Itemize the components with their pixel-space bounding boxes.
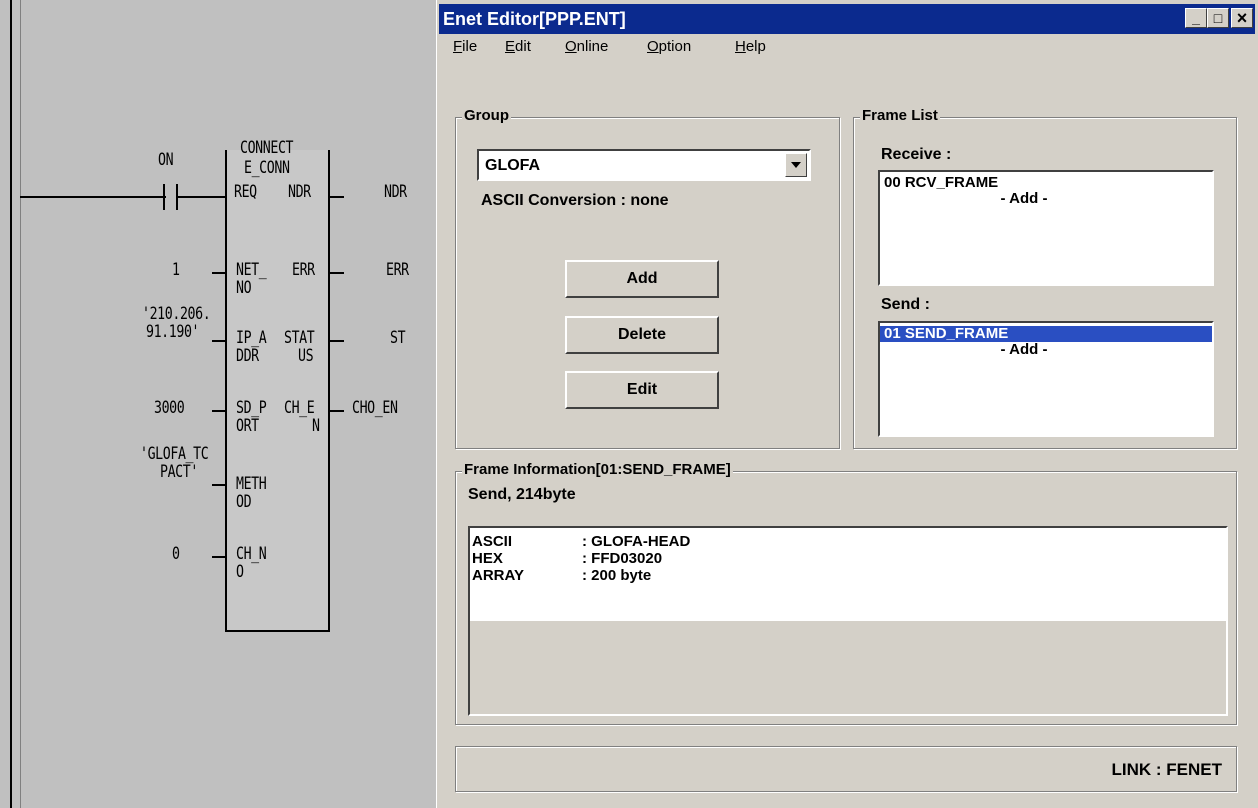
close-button[interactable]: × (1231, 8, 1253, 28)
in-wire-sd (212, 410, 225, 412)
input-value-net-no: 1 (172, 260, 180, 280)
pin-sd-line2: ORT (236, 416, 259, 436)
pin-net-line1: NET_ (236, 260, 267, 280)
add-button[interactable]: Add (565, 260, 719, 298)
frame-info-text[interactable]: ASCII : GLOFA-HEAD HEX : FFD03020 ARRAY : 2… (468, 526, 1228, 716)
pin-ip-line1: IP_A (236, 328, 267, 348)
out-wire-err (328, 272, 344, 274)
menu-help[interactable]: Help (735, 38, 766, 55)
pin-ndr: NDR (288, 182, 311, 202)
block-name-line1: CONNECT (240, 138, 294, 158)
input-value-ip-line2: 91.190' (146, 322, 200, 342)
menu-option[interactable]: Option (647, 38, 691, 55)
frame-info-lines: ASCII : GLOFA-HEAD HEX : FFD03020 ARRAY : 2… (470, 528, 1226, 621)
send-add-item[interactable]: - Add - (880, 342, 1212, 358)
frame-info-title: Frame Information[01:SEND_FRAME] (462, 461, 733, 478)
line-value-ascii: : GLOFA-HEAD (582, 533, 691, 550)
pin-sd-line1: SD_P (236, 398, 267, 418)
delete-button[interactable]: Delete (565, 316, 719, 354)
input-value-method-line2: PACT' (160, 462, 198, 482)
pin-ch-line2: O (236, 562, 244, 582)
group-select[interactable]: GLOFA (477, 149, 811, 181)
frame-info-summary: Send, 214byte (468, 486, 576, 503)
input-value-ch-no: 0 (172, 544, 180, 564)
group-select-value: GLOFA (485, 157, 541, 174)
rung-wire-2 (178, 196, 225, 198)
line-key-hex: HEX (472, 550, 503, 567)
pin-ch-line1: CH_N (236, 544, 267, 564)
out-wire-chen (328, 410, 344, 412)
frame-info-line: ASCII : GLOFA-HEAD (470, 533, 1226, 550)
line-value-hex: : FFD03020 (582, 550, 663, 567)
menu-bar: File Edit Online Option Help (439, 36, 1255, 60)
pin-meth-line1: METH (236, 474, 267, 494)
input-value-sd-port: 3000 (154, 398, 185, 418)
pin-ch-en-line2: N (312, 416, 320, 436)
minimize-button[interactable]: _ (1185, 8, 1207, 28)
input-value-ip-line1: '210.206. (142, 304, 211, 324)
left-power-rail (10, 0, 12, 808)
line-key-array: ARRAY (472, 567, 524, 584)
line-key-ascii: ASCII (472, 533, 513, 550)
send-list[interactable]: 01 SEND_FRAME - Add - (878, 321, 1214, 437)
link-status: LINK : FENET (1111, 760, 1223, 779)
pin-status-line1: STAT (284, 328, 315, 348)
edit-button[interactable]: Edit (565, 371, 719, 409)
send-label: Send : (881, 296, 930, 313)
dropdown-button[interactable] (785, 153, 807, 177)
menu-online[interactable]: Online (565, 38, 608, 55)
enet-editor-window: Enet Editor[PPP.ENT] _ □ × File Edit Onl… (436, 0, 1258, 808)
pin-err: ERR (292, 260, 315, 280)
frame-list-title: Frame List (860, 107, 940, 124)
pin-ch-en-line1: CH_E (284, 398, 315, 418)
rung-wire (20, 196, 166, 198)
frame-info-line: ARRAY : 200 byte (470, 567, 1226, 584)
ascii-conversion-label: ASCII Conversion : none (481, 192, 669, 209)
left-power-rail-inner (20, 0, 21, 808)
title-bar[interactable]: Enet Editor[PPP.ENT] _ □ × (439, 4, 1255, 34)
pin-net-line2: NO (236, 278, 252, 298)
chevron-down-icon (791, 162, 801, 168)
frame-info-line: HEX : FFD03020 (470, 550, 1226, 567)
in-wire-ip (212, 340, 225, 342)
receive-add-item[interactable]: - Add - (880, 191, 1212, 207)
window-title: Enet Editor[PPP.ENT] (443, 9, 626, 29)
group-panel: Group GLOFA ASCII Conversion : none Add … (455, 107, 840, 449)
contact-left-bar (163, 184, 165, 210)
receive-item-rcv-frame[interactable]: 00 RCV_FRAME (880, 175, 1212, 191)
frame-list-panel: Frame List Receive : 00 RCV_FRAME - Add … (853, 107, 1237, 449)
out-wire-ndr (328, 196, 344, 198)
menu-edit[interactable]: Edit (505, 38, 531, 55)
in-wire-meth (212, 484, 225, 486)
ladder-diagram: ON CONNECT E_CONN REQ NDR NDR ERR ERR ST… (0, 0, 436, 808)
send-item-send-frame[interactable]: 01 SEND_FRAME (880, 326, 1212, 342)
group-title: Group (462, 107, 511, 124)
line-value-array: : 200 byte (582, 567, 652, 584)
input-value-method-line1: 'GLOFA_TC (140, 444, 209, 464)
out-wire-stat (328, 340, 344, 342)
receive-label: Receive : (881, 146, 952, 163)
receive-list[interactable]: 00 RCV_FRAME - Add - (878, 170, 1214, 286)
pin-ip-line2: DDR (236, 346, 259, 366)
in-wire-net (212, 272, 225, 274)
maximize-button[interactable]: □ (1207, 8, 1229, 28)
block-name-line2: E_CONN (244, 158, 290, 178)
frame-info-panel: Frame Information[01:SEND_FRAME] Send, 2… (455, 461, 1237, 725)
var-st: ST (390, 328, 406, 348)
var-cho-en: CHO_EN (352, 398, 398, 418)
var-ndr: NDR (384, 182, 407, 202)
pin-status-line2: US (298, 346, 314, 366)
var-err: ERR (386, 260, 409, 280)
status-bar: LINK : FENET (455, 746, 1237, 792)
in-wire-ch (212, 556, 225, 558)
contact-label: ON (158, 150, 174, 170)
pin-req: REQ (234, 182, 257, 202)
menu-file[interactable]: File (453, 38, 477, 55)
pin-meth-line2: OD (236, 492, 252, 512)
